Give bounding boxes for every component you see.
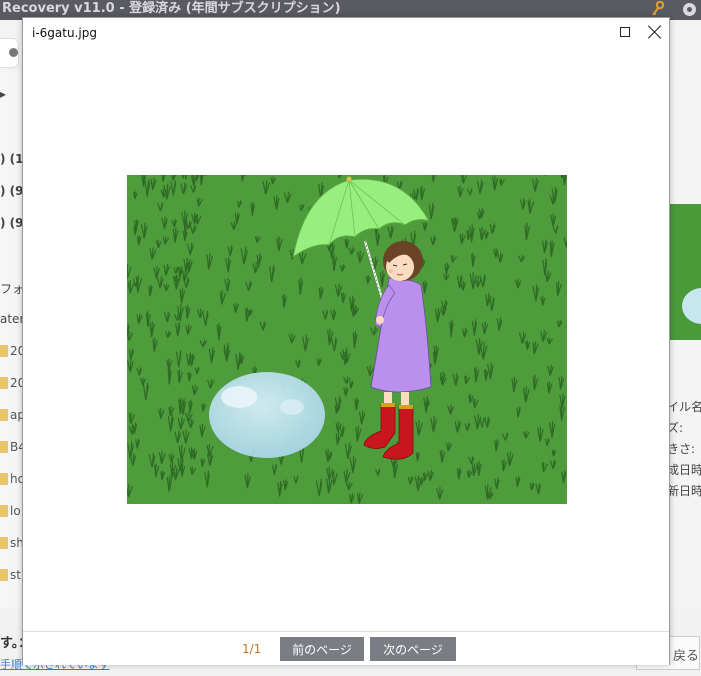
preview-image	[127, 175, 567, 504]
info-label: イル名:	[670, 400, 701, 414]
preview-thumbnail	[670, 204, 701, 340]
close-icon[interactable]	[647, 24, 663, 40]
info-label: きさ:	[670, 442, 696, 456]
folder-icon	[0, 473, 8, 485]
next-page-button[interactable]: 次のページ	[370, 637, 456, 661]
preview-panel: イル名: ズ: きさ: 成日時 新日時	[670, 72, 701, 608]
dialog-footer: 1/1 前のページ 次のページ	[23, 631, 669, 665]
toolbar-toggle-button[interactable]	[0, 38, 19, 68]
tree-item[interactable]: ater	[0, 312, 22, 326]
folder-label[interactable]: sh	[10, 536, 22, 550]
tree-caret-icon[interactable]: ▸	[0, 87, 6, 101]
info-label: 新日時	[670, 484, 701, 498]
info-label: 成日時	[670, 463, 701, 477]
tree-item[interactable]: フォル	[0, 280, 22, 297]
dialog-title-bar: i-6gatu.jpg	[23, 18, 669, 47]
folder-icon	[0, 345, 8, 357]
sidebar-tree: ▸ ) (10 ) (96 ) (9 フォル ater 20 20 ap B4 …	[0, 72, 22, 608]
info-label: ズ:	[670, 421, 684, 435]
folder-label[interactable]: 20	[10, 344, 22, 358]
folder-icon	[0, 377, 8, 389]
folder-label[interactable]: B4	[10, 440, 22, 454]
maximize-icon[interactable]	[620, 27, 630, 37]
prev-page-button[interactable]: 前のページ	[280, 637, 364, 661]
drive-item[interactable]: ) (10	[0, 152, 22, 166]
folder-label[interactable]: st	[10, 568, 21, 582]
page-indicator: 1/1	[242, 642, 262, 656]
folder-label[interactable]: 20	[10, 376, 22, 390]
key-icon[interactable]	[651, 0, 665, 17]
image-preview-dialog: i-6gatu.jpg 1/1 前のページ 次のページ	[22, 17, 670, 665]
folder-icon	[0, 441, 8, 453]
dialog-title: i-6gatu.jpg	[32, 26, 97, 40]
folder-label[interactable]: lo	[10, 504, 21, 518]
gear-icon[interactable]	[683, 3, 696, 16]
folder-label[interactable]: ho	[10, 472, 22, 486]
back-button-label: 戻る	[673, 649, 700, 664]
folder-icon	[0, 537, 8, 549]
folder-icon	[0, 569, 8, 581]
drive-item[interactable]: ) (96	[0, 184, 22, 198]
folder-icon	[0, 505, 8, 517]
water-drop	[209, 372, 325, 458]
drive-item[interactable]: ) (9	[0, 216, 22, 230]
folder-icon	[0, 409, 8, 421]
folder-label[interactable]: ap	[10, 408, 22, 422]
dialog-body	[23, 47, 669, 630]
